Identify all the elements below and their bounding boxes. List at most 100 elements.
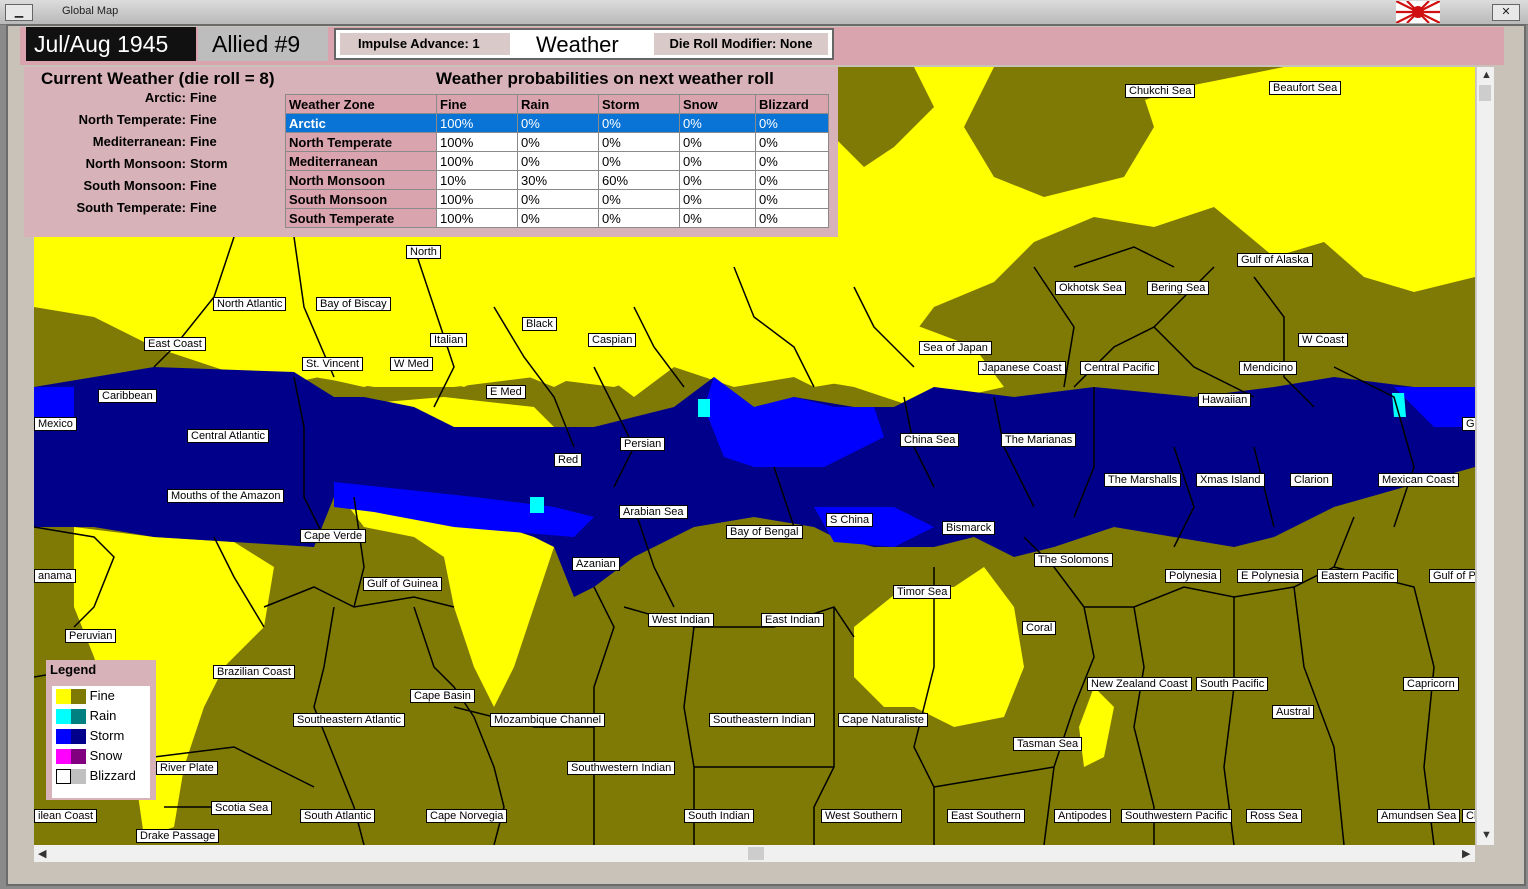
sea-label[interactable]: East Southern — [947, 809, 1025, 823]
sea-label[interactable]: Caribbean — [98, 389, 157, 403]
sea-label[interactable]: S China — [826, 513, 874, 527]
sea-label[interactable]: South Atlantic — [300, 809, 376, 823]
sea-label[interactable]: Cape Basin — [410, 689, 475, 703]
table-row[interactable]: North Monsoon 10% 30% 60% 0% 0% — [285, 170, 829, 190]
sea-label[interactable]: Gulf of Alaska — [1237, 253, 1313, 267]
sea-label[interactable]: Southwestern Pacific — [1121, 809, 1232, 823]
sea-label[interactable]: Gulf of Guinea — [363, 577, 442, 591]
sea-label[interactable]: Bay of Biscay — [316, 297, 391, 311]
sea-label[interactable]: Arabian Sea — [619, 505, 688, 519]
sea-label[interactable]: Southeastern Atlantic — [293, 713, 405, 727]
sea-label[interactable]: Timor Sea — [893, 585, 952, 599]
close-button[interactable]: ✕ — [1492, 4, 1520, 21]
sea-label[interactable]: Persian — [620, 437, 666, 451]
sea-label[interactable]: Central Atlantic — [187, 429, 269, 443]
scroll-left-icon[interactable]: ◀ — [38, 847, 46, 860]
sea-label[interactable]: South Pacific — [1196, 677, 1269, 691]
sea-label[interactable]: Red — [554, 453, 583, 467]
sea-label[interactable]: West Southern — [821, 809, 902, 823]
sea-label[interactable]: Peruvian — [65, 629, 117, 643]
sea-label[interactable]: Ross Sea — [1246, 809, 1302, 823]
sea-label[interactable]: Mendicino — [1239, 361, 1298, 375]
sea-label[interactable]: ilean Coast — [34, 809, 98, 823]
table-row[interactable]: South Monsoon 100% 0% 0% 0% 0% — [285, 189, 829, 209]
scroll-up-icon[interactable]: ▲ — [1481, 69, 1492, 81]
sea-label[interactable]: The Marshalls — [1104, 473, 1182, 487]
sea-label[interactable]: East Indian — [761, 613, 825, 627]
sea-label[interactable]: St. Vincent — [302, 357, 363, 371]
sea-label[interactable]: Cape Naturaliste — [838, 713, 928, 727]
horizontal-scroll-thumb[interactable] — [748, 847, 764, 860]
vertical-scroll-thumb[interactable] — [1479, 85, 1491, 101]
sea-label[interactable]: Japanese Coast — [978, 361, 1066, 375]
sea-label[interactable]: North — [406, 245, 441, 259]
scroll-right-icon[interactable]: ▶ — [1462, 847, 1470, 860]
sea-label[interactable]: anama — [34, 569, 76, 583]
sea-label[interactable]: Sea of Japan — [919, 341, 992, 355]
sea-label[interactable]: Ch — [1462, 809, 1475, 823]
sea-label[interactable]: South Indian — [684, 809, 754, 823]
sea-label[interactable]: Drake Passage — [136, 829, 220, 843]
sea-label[interactable]: The Solomons — [1034, 553, 1113, 567]
scroll-down-icon[interactable]: ▼ — [1481, 829, 1492, 841]
sea-label[interactable]: W Med — [390, 357, 433, 371]
sea-label[interactable]: Cape Verde — [300, 529, 367, 543]
vertical-scrollbar[interactable]: ▲ ▼ — [1476, 67, 1494, 845]
sea-label[interactable]: Tasman Sea — [1013, 737, 1083, 751]
table-row[interactable]: North Temperate 100% 0% 0% 0% 0% — [285, 132, 829, 152]
sea-label[interactable]: Capricorn — [1403, 677, 1459, 691]
sea-label[interactable]: Caspian — [588, 333, 637, 347]
sea-label[interactable]: Okhotsk Sea — [1055, 281, 1126, 295]
sea-label[interactable]: W Coast — [1298, 333, 1349, 347]
sea-label[interactable]: Central Pacific — [1080, 361, 1159, 375]
column-header[interactable]: Fine — [436, 94, 518, 114]
sea-label[interactable]: Southeastern Indian — [709, 713, 816, 727]
column-header[interactable]: Rain — [517, 94, 599, 114]
sea-label[interactable]: Bering Sea — [1147, 281, 1210, 295]
sea-label[interactable]: Cape Norvegia — [426, 809, 508, 823]
sea-label[interactable]: Antipodes — [1054, 809, 1111, 823]
sea-label[interactable]: E Polynesia — [1237, 569, 1304, 583]
sea-label[interactable]: Bismarck — [942, 521, 996, 535]
sea-label[interactable]: Bay of Bengal — [726, 525, 803, 539]
sea-label[interactable]: Beaufort Sea — [1269, 81, 1342, 95]
sea-label[interactable]: East Coast — [144, 337, 206, 351]
column-header[interactable]: Blizzard — [755, 94, 829, 114]
horizontal-scrollbar[interactable]: ◀ ▶ — [34, 845, 1475, 862]
sea-label[interactable]: G — [1462, 417, 1475, 431]
column-header[interactable]: Weather Zone — [285, 94, 437, 114]
sea-label[interactable]: Mexican Coast — [1378, 473, 1459, 487]
sea-label[interactable]: Italian — [430, 333, 468, 347]
sea-label[interactable]: Mexico — [34, 417, 77, 431]
sea-label[interactable]: New Zealand Coast — [1087, 677, 1192, 691]
column-header[interactable]: Storm — [598, 94, 680, 114]
sea-label[interactable]: Black — [522, 317, 557, 331]
table-row[interactable]: South Temperate 100% 0% 0% 0% 0% — [285, 208, 829, 228]
sea-label[interactable]: The Marianas — [1001, 433, 1077, 447]
sea-label[interactable]: Brazilian Coast — [213, 665, 295, 679]
sea-label[interactable]: Amundsen Sea — [1377, 809, 1461, 823]
sea-label[interactable]: Xmas Island — [1196, 473, 1265, 487]
sea-label[interactable]: North Atlantic — [213, 297, 287, 311]
sea-label[interactable]: Mozambique Channel — [490, 713, 606, 727]
sea-label[interactable]: Mouths of the Amazon — [167, 489, 285, 503]
sea-label[interactable]: Eastern Pacific — [1317, 569, 1399, 583]
sea-label[interactable]: Scotia Sea — [211, 801, 273, 815]
sea-label[interactable]: Chukchi Sea — [1125, 84, 1196, 98]
sea-label[interactable]: River Plate — [156, 761, 218, 775]
sea-label[interactable]: E Med — [486, 385, 526, 399]
table-row[interactable]: Mediterranean 100% 0% 0% 0% 0% — [285, 151, 829, 171]
sea-label[interactable]: Polynesia — [1165, 569, 1221, 583]
column-header[interactable]: Snow — [679, 94, 756, 114]
sea-label[interactable]: Hawaiian — [1198, 393, 1252, 407]
sea-label[interactable]: Gulf of P — [1429, 569, 1475, 583]
minimize-button[interactable]: ▁ — [5, 4, 33, 21]
sea-label[interactable]: Azanian — [572, 557, 620, 571]
sea-label[interactable]: Clarion — [1290, 473, 1333, 487]
sea-label[interactable]: Austral — [1272, 705, 1315, 719]
sea-label[interactable]: West Indian — [648, 613, 714, 627]
table-row[interactable]: Arctic 100% 0% 0% 0% 0% — [285, 113, 829, 133]
sea-label[interactable]: China Sea — [900, 433, 960, 447]
sea-label[interactable]: Coral — [1022, 621, 1057, 635]
sea-label[interactable]: Southwestern Indian — [567, 761, 676, 775]
